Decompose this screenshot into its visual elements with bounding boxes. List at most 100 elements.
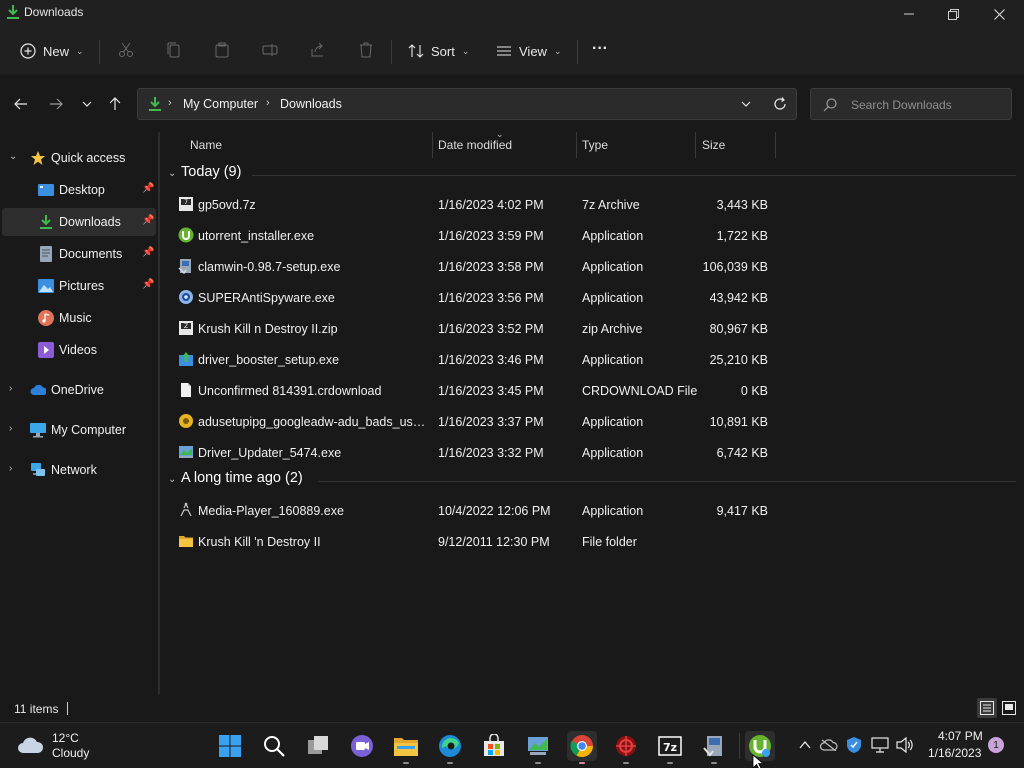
copy-button[interactable] [164, 40, 184, 60]
column-header-date-modified[interactable]: ⌄ Date modified [432, 129, 576, 158]
refresh-button[interactable] [773, 97, 787, 114]
file-name: Krush Kill n Destroy II.zip [198, 322, 338, 336]
file-type: Application [582, 446, 644, 460]
group-header-today[interactable]: ⌄ Today (9) [160, 162, 1016, 188]
column-header-name[interactable]: Name [184, 132, 432, 158]
forward-button[interactable] [43, 92, 69, 116]
file-row[interactable]: Krush Kill 'n Destroy II 9/12/2011 12:30… [160, 528, 1016, 556]
app-red-button[interactable] [611, 731, 641, 761]
file-type: Application [582, 260, 644, 274]
file-row[interactable]: utorrent_installer.exe 1/16/2023 3:59 PM… [160, 222, 1016, 250]
sidebar-item-pictures[interactable]: Pictures 📌 [2, 272, 156, 300]
7zip-button[interactable]: 7z [655, 731, 685, 761]
breadcrumb-my-computer[interactable]: My Computer [183, 97, 258, 111]
close-button[interactable] [976, 0, 1022, 28]
divider [318, 481, 1016, 482]
store-button[interactable] [479, 731, 509, 761]
recent-locations-button[interactable] [74, 92, 100, 116]
task-view-button[interactable] [303, 731, 333, 761]
file-date: 1/16/2023 3:56 PM [438, 291, 544, 305]
running-indicator [403, 762, 409, 764]
weather-widget[interactable] [16, 735, 44, 758]
new-button[interactable]: New ⌄ [20, 36, 84, 66]
chevron-down-icon[interactable]: ⌄ [168, 168, 176, 179]
svg-text:7: 7 [184, 199, 188, 206]
network-tray-button[interactable] [871, 736, 889, 754]
rename-button[interactable] [260, 40, 280, 60]
chevron-right-icon[interactable]: › [9, 423, 12, 434]
delete-button[interactable] [356, 40, 376, 60]
address-bar[interactable]: › My Computer › Downloads [137, 88, 797, 120]
column-header-type[interactable]: Type [576, 132, 696, 158]
up-button[interactable] [102, 92, 128, 116]
sidebar-item-label: Downloads [59, 215, 121, 229]
notification-badge[interactable]: 1 [988, 737, 1004, 753]
share-button[interactable] [308, 40, 328, 60]
onedrive-tray-button[interactable] [820, 736, 838, 754]
edge-button[interactable] [435, 731, 465, 761]
sidebar-item-desktop[interactable]: Desktop 📌 [2, 176, 156, 204]
file-row[interactable]: Driver_Updater_5474.exe 1/16/2023 3:32 P… [160, 439, 1016, 467]
sort-button[interactable]: Sort ⌄ [408, 36, 469, 66]
breadcrumb-downloads[interactable]: Downloads [280, 97, 342, 111]
security-tray-button[interactable] [845, 736, 863, 754]
file-row[interactable]: Z Krush Kill n Destroy II.zip 1/16/2023 … [160, 315, 1016, 343]
clock-time[interactable]: 4:07 PM [938, 729, 983, 743]
search-placeholder: Search Downloads [851, 98, 952, 112]
sidebar-item-my-computer[interactable]: › My Computer [2, 416, 156, 444]
file-row[interactable]: driver_booster_setup.exe 1/16/2023 3:46 … [160, 346, 1016, 374]
file-row[interactable]: 7 gp5ovd.7z 1/16/2023 4:02 PM 7z Archive… [160, 191, 1016, 219]
show-hidden-icons-button[interactable] [796, 736, 814, 754]
chat-button[interactable] [347, 731, 377, 761]
sidebar-item-videos[interactable]: Videos [2, 336, 156, 364]
group-header-a-long-time-ago[interactable]: ⌄ A long time ago (2) [160, 468, 1016, 494]
minimize-icon [904, 13, 914, 15]
file-name: driver_booster_setup.exe [198, 353, 340, 367]
chat-icon [351, 735, 373, 757]
clock-date[interactable]: 1/16/2023 [928, 746, 981, 760]
back-button[interactable] [8, 92, 34, 116]
chrome-button[interactable] [567, 731, 597, 761]
file-row[interactable]: clamwin-0.98.7-setup.exe 1/16/2023 3:58 … [160, 253, 1016, 281]
sidebar-item-music[interactable]: Music [2, 304, 156, 332]
file-row[interactable]: SUPERAntiSpyware.exe 1/16/2023 3:56 PM A… [160, 284, 1016, 312]
arrow-up-icon [109, 97, 121, 110]
sort-label: Sort [431, 43, 455, 59]
start-button[interactable] [215, 731, 245, 761]
more-options-button[interactable]: ··· [592, 34, 608, 64]
sidebar-item-documents[interactable]: Documents 📌 [2, 240, 156, 268]
cut-button[interactable] [116, 40, 136, 60]
chevron-right-icon[interactable]: › [9, 383, 12, 394]
view-button[interactable]: View ⌄ [496, 36, 562, 66]
paste-button[interactable] [212, 40, 232, 60]
file-explorer-button[interactable] [391, 731, 421, 761]
file-date: 10/4/2022 12:06 PM [438, 504, 551, 518]
chevron-down-icon[interactable]: ⌄ [9, 151, 17, 162]
chevron-right-icon[interactable]: › [9, 463, 12, 474]
file-row[interactable]: Media-Player_160889.exe 10/4/2022 12:06 … [160, 497, 1016, 525]
taskbar-search-button[interactable] [259, 731, 289, 761]
maximize-button[interactable] [930, 0, 976, 28]
file-row[interactable]: Unconfirmed 814391.crdownload 1/16/2023 … [160, 377, 1016, 405]
column-resize-handle[interactable] [775, 132, 776, 158]
address-history-button[interactable] [740, 98, 752, 113]
file-row[interactable]: adusetupipg_googleadw-adu_bads_usa_... 1… [160, 408, 1016, 436]
column-header-size[interactable]: Size [696, 132, 776, 158]
sidebar-item-onedrive[interactable]: › OneDrive [2, 376, 156, 404]
sidebar-item-quick-access[interactable]: ⌄ Quick access [2, 144, 156, 172]
sidebar-item-network[interactable]: › Network [2, 456, 156, 484]
details-view-button[interactable] [977, 698, 997, 718]
group-label: Today (9) [181, 164, 242, 180]
search-box[interactable]: Search Downloads [810, 88, 1012, 120]
share-icon [311, 42, 323, 57]
minimize-button[interactable] [886, 0, 932, 28]
running-indicator [623, 762, 629, 764]
app-button[interactable] [523, 731, 553, 761]
volume-tray-button[interactable] [896, 736, 914, 754]
cut-icon [119, 42, 133, 57]
installer-app-button[interactable] [699, 731, 729, 761]
sidebar-item-downloads[interactable]: Downloads 📌 [2, 208, 156, 236]
thumbnail-view-button[interactable] [999, 698, 1019, 718]
status-bar: 11 items [0, 694, 1024, 722]
chevron-down-icon[interactable]: ⌄ [168, 474, 176, 485]
